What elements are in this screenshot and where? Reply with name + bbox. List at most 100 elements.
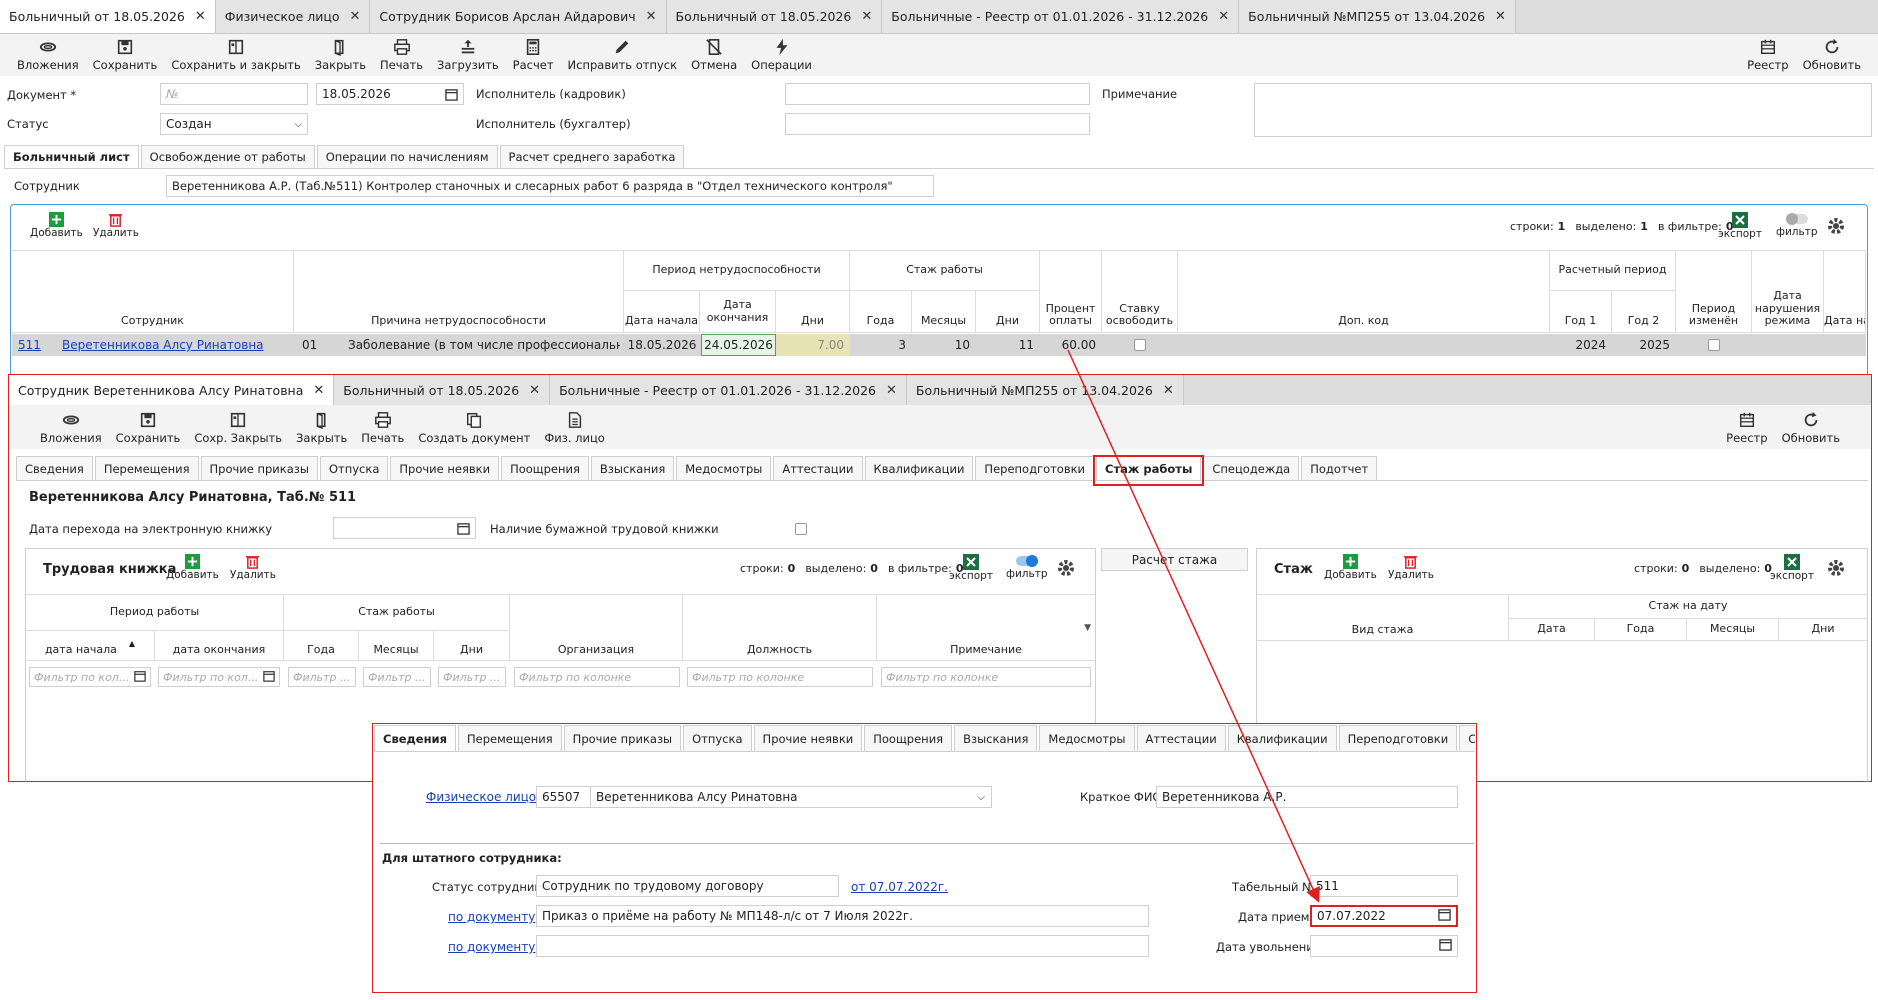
stazh-delete-button[interactable]: Удалить [1388, 554, 1434, 581]
close-icon[interactable]: ✕ [1218, 9, 1229, 24]
close-icon[interactable]: ✕ [886, 383, 897, 398]
close-icon[interactable]: ✕ [195, 9, 206, 24]
form-tab[interactable]: Аттестации [773, 456, 863, 480]
chevron-down-icon[interactable]: ▼ [1084, 623, 1091, 633]
col-y1[interactable]: Год 1 [1550, 291, 1612, 333]
exec-acc-input[interactable] [785, 113, 1090, 135]
col-years[interactable]: Года [850, 291, 912, 333]
calendar-icon[interactable] [445, 88, 458, 101]
form-tab[interactable]: Квалификации [1227, 725, 1337, 751]
doc-number-input[interactable]: № [160, 83, 308, 105]
filter-days-input[interactable]: Фильтр ... [438, 667, 506, 687]
form-tab[interactable]: Операции по начислениям [316, 145, 498, 168]
stazh-settings-icon[interactable] [1826, 558, 1846, 581]
form-tab[interactable]: Медосмотры [1039, 725, 1135, 751]
save-button[interactable]: Сохранить [86, 38, 165, 76]
window-tab[interactable]: Больничные - Реестр от 01.01.2026 - 31.1… [550, 375, 907, 405]
calendar-icon[interactable] [1439, 938, 1452, 954]
labor-delete-button[interactable]: Удалить [230, 554, 276, 581]
load-button[interactable]: Загрузить [430, 38, 506, 76]
form-tab[interactable]: Прочие приказы [200, 456, 318, 480]
status-date-link[interactable]: от 07.07.2022г. [851, 880, 948, 894]
checkbox[interactable] [1708, 339, 1720, 351]
col-end[interactable]: Дата окончания [700, 291, 776, 333]
col-y2[interactable]: Год 2 [1612, 291, 1676, 333]
col-rate[interactable]: Ставку освободить [1102, 251, 1178, 333]
filter-months-input[interactable]: Фильтр ... [363, 667, 431, 687]
fix-vacation-button[interactable]: Исправить отпуск [561, 38, 685, 76]
registry-button[interactable]: Реестр [1740, 38, 1795, 76]
calendar-icon[interactable] [134, 670, 146, 685]
grid1-filter-toggle[interactable]: фильтр [1776, 212, 1817, 238]
refresh-button-2[interactable]: Обновить [1775, 411, 1847, 449]
form-tab[interactable]: Поощрения [501, 456, 589, 480]
refresh-button[interactable]: Обновить [1796, 38, 1868, 76]
grid1-delete-button[interactable]: Удалить [93, 212, 139, 239]
form-tab[interactable]: Сведения [374, 725, 456, 751]
attachments-button[interactable]: Вложения [10, 38, 86, 76]
table-row[interactable]: 511 Веретенникова Алсу Ринатовна 01 Забо… [12, 334, 1866, 356]
form-tab[interactable]: Сведения [16, 456, 93, 480]
row-tab-link[interactable]: 511 [18, 335, 41, 355]
doc-date-input[interactable]: 18.05.2026 [316, 83, 464, 105]
col-pct[interactable]: Процент оплаты [1040, 251, 1102, 333]
ebook-date-input[interactable] [333, 517, 476, 539]
form-tab[interactable]: Поощрения [864, 725, 953, 751]
close-button-2[interactable]: Закрыть [289, 411, 354, 449]
col-employee[interactable]: Сотрудник [12, 251, 294, 333]
save-close-button-2[interactable]: Сохр. Закрыть [187, 411, 289, 449]
top-tab[interactable]: Больничные - Реестр от 01.01.2026 - 31.1… [882, 0, 1240, 33]
stazh-col-months[interactable]: Месяцы [1687, 619, 1779, 641]
phys-person-button[interactable]: Физ. лицо [537, 411, 612, 449]
tab-number-input[interactable]: 511 [1310, 875, 1458, 897]
calc-button[interactable]: Расчет [506, 38, 561, 76]
phys-person-select[interactable]: 65507 Веретенникова Алсу Ринатовна ⌵ [536, 786, 992, 808]
form-tab[interactable]: Расчет среднего заработка [499, 145, 685, 168]
col-start[interactable]: Дата начала [624, 291, 700, 333]
form-tab[interactable]: Освобождение от работы [140, 145, 315, 168]
col-sdays[interactable]: Дни [976, 291, 1040, 333]
cancel-op-button[interactable]: Отмена [684, 38, 744, 76]
col-reason[interactable]: Причина нетрудоспособности [294, 251, 624, 333]
exec-hr-input[interactable] [785, 83, 1090, 105]
form-tab[interactable]: Аттестации [1136, 725, 1226, 751]
emp-status-input[interactable]: Сотрудник по трудовому договору [536, 875, 839, 897]
paper-book-checkbox[interactable] [795, 523, 807, 535]
form-tab[interactable]: Подотчет [1301, 456, 1378, 480]
save-close-button[interactable]: Сохранить и закрыть [164, 38, 307, 76]
stazh-col-date[interactable]: Дата [1509, 619, 1595, 641]
labor-add-button[interactable]: Добавить [166, 554, 219, 581]
labor-settings-icon[interactable] [1056, 558, 1076, 581]
form-tab[interactable]: Переподготовки [975, 456, 1095, 480]
fire-date-input[interactable] [1310, 935, 1458, 957]
calendar-icon[interactable] [263, 670, 275, 685]
col-period-changed[interactable]: Период изменён [1676, 251, 1752, 333]
window-tab[interactable]: Больничный от 18.05.2026 ✕ [334, 375, 551, 405]
labor-col-years[interactable]: Года [284, 631, 359, 661]
grid1-add-button[interactable]: Добавить [30, 212, 83, 239]
close-icon[interactable]: ✕ [313, 383, 324, 398]
col-months[interactable]: Месяцы [912, 291, 976, 333]
form-tab[interactable]: Стаж работы [1459, 725, 1475, 751]
create-doc-button[interactable]: Создать документ [411, 411, 537, 449]
close-icon[interactable]: ✕ [529, 383, 540, 398]
form-tab[interactable]: Перемещения [458, 725, 562, 751]
form-tab[interactable]: Отпуска [683, 725, 752, 751]
print-button[interactable]: Печать [373, 38, 430, 76]
filter-end-input[interactable]: Фильтр по кол... [158, 667, 280, 687]
close-icon[interactable]: ✕ [646, 9, 657, 24]
calendar-icon[interactable] [1438, 908, 1451, 924]
grid1-export-button[interactable]: экспорт [1718, 212, 1762, 240]
labor-col-days[interactable]: Дни [434, 631, 510, 661]
top-tab[interactable]: Больничный №МП255 от 13.04.2026 ✕ [1239, 0, 1516, 33]
stazh-col-years[interactable]: Года [1595, 619, 1687, 641]
top-tab[interactable]: Физическое лицо ✕ [215, 0, 371, 33]
labor-export-button[interactable]: экспорт [949, 554, 993, 582]
form-tab[interactable]: Перемещения [94, 456, 199, 480]
hire-document-input[interactable]: Приказ о приёме на работу № МП148-л/с от… [536, 905, 1149, 927]
labor-filter-toggle[interactable]: фильтр [1006, 554, 1047, 580]
form-tab[interactable]: Прочие приказы [563, 725, 682, 751]
form-tab[interactable]: Переподготовки [1338, 725, 1458, 751]
attachments-button-2[interactable]: Вложения [33, 411, 109, 449]
operations-button[interactable]: Операции [744, 38, 819, 76]
